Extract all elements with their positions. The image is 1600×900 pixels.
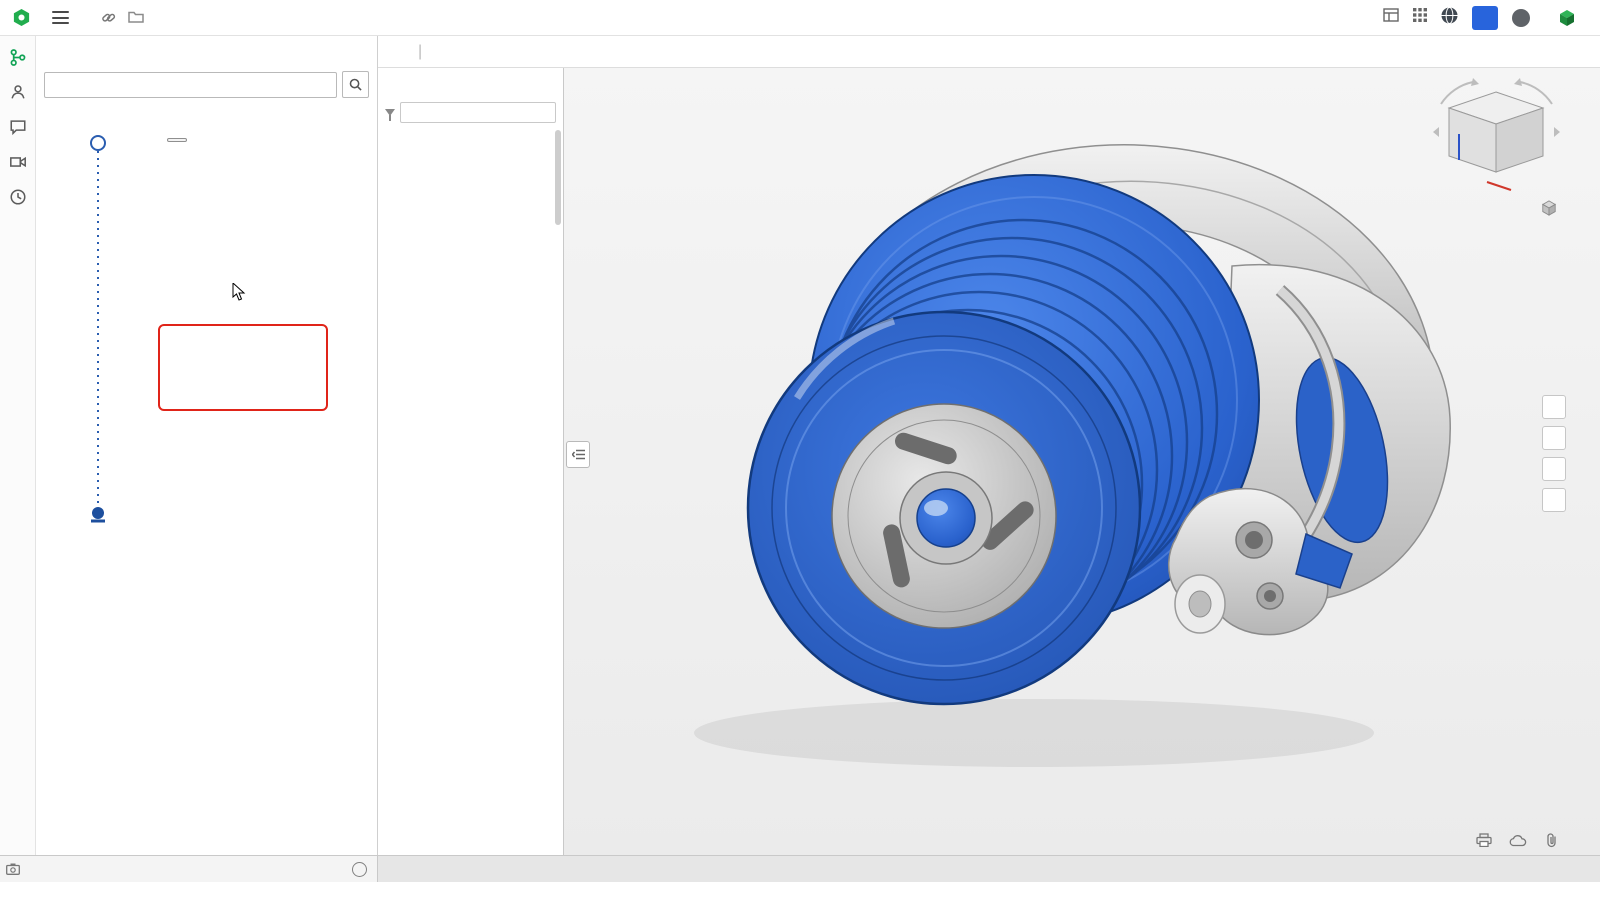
clip-icon[interactable] [1542, 831, 1562, 849]
insert-tab-button[interactable] [378, 856, 405, 882]
footer-strip [0, 882, 1600, 900]
edu-cube-icon [1558, 9, 1576, 27]
cloud-icon[interactable] [1508, 831, 1528, 849]
help-icon[interactable] [1512, 9, 1530, 27]
view-cube-icon [1541, 200, 1557, 216]
onshape-app: | [0, 0, 1600, 900]
named-views-icon[interactable] [1542, 395, 1566, 419]
left-toolbar [0, 36, 36, 882]
versions-history-panel [36, 36, 378, 855]
viewing-bar: | [378, 36, 1600, 68]
numeric-display-icon[interactable] [1383, 8, 1399, 27]
features-panel [378, 68, 564, 855]
history-list-container [36, 129, 377, 639]
section-view-icon[interactable] [1542, 426, 1566, 450]
tutorials-icon[interactable] [5, 149, 31, 175]
view-options-button[interactable] [1541, 200, 1560, 216]
view-tools [1542, 395, 1566, 512]
screenshot-icon[interactable] [6, 863, 20, 875]
globe-icon[interactable] [1441, 7, 1458, 29]
search-history-input[interactable] [44, 72, 337, 98]
filter-icon [385, 109, 395, 116]
viewport-footer-icons [1474, 831, 1562, 849]
top-bar [0, 0, 1600, 36]
apps-grid-icon[interactable] [1413, 8, 1427, 27]
main-workspace-badge[interactable] [167, 138, 187, 142]
search-button[interactable] [342, 71, 369, 98]
print-icon[interactable] [1474, 831, 1494, 849]
graphics-viewport[interactable] [564, 68, 1600, 855]
feature-filter-input[interactable] [400, 102, 556, 123]
share-link-icon[interactable] [101, 10, 116, 25]
transparency-icon[interactable] [1542, 457, 1566, 481]
history-column-headers [36, 104, 377, 129]
status-help-icon[interactable] [352, 862, 367, 877]
tab-bar [378, 855, 1600, 882]
annotation-box [158, 324, 328, 411]
versions-history-icon[interactable] [5, 44, 31, 70]
history-icon[interactable] [5, 184, 31, 210]
folder-icon[interactable] [128, 11, 144, 24]
user-menu[interactable] [1558, 9, 1588, 27]
comments-icon[interactable] [5, 114, 31, 140]
onshape-logo-icon[interactable] [12, 8, 31, 27]
follow-icon[interactable] [5, 79, 31, 105]
link-separator: | [418, 43, 422, 61]
history-row-start[interactable] [36, 174, 377, 219]
main-menu-icon[interactable] [52, 11, 69, 24]
history-row-main[interactable] [36, 129, 377, 174]
features-flyout-toggle[interactable] [566, 441, 590, 468]
isolate-icon[interactable] [1542, 488, 1566, 512]
features-scrollbar[interactable] [555, 130, 561, 225]
home-icon[interactable] [405, 856, 432, 882]
status-bar [0, 855, 378, 882]
share-button[interactable] [1472, 6, 1498, 30]
